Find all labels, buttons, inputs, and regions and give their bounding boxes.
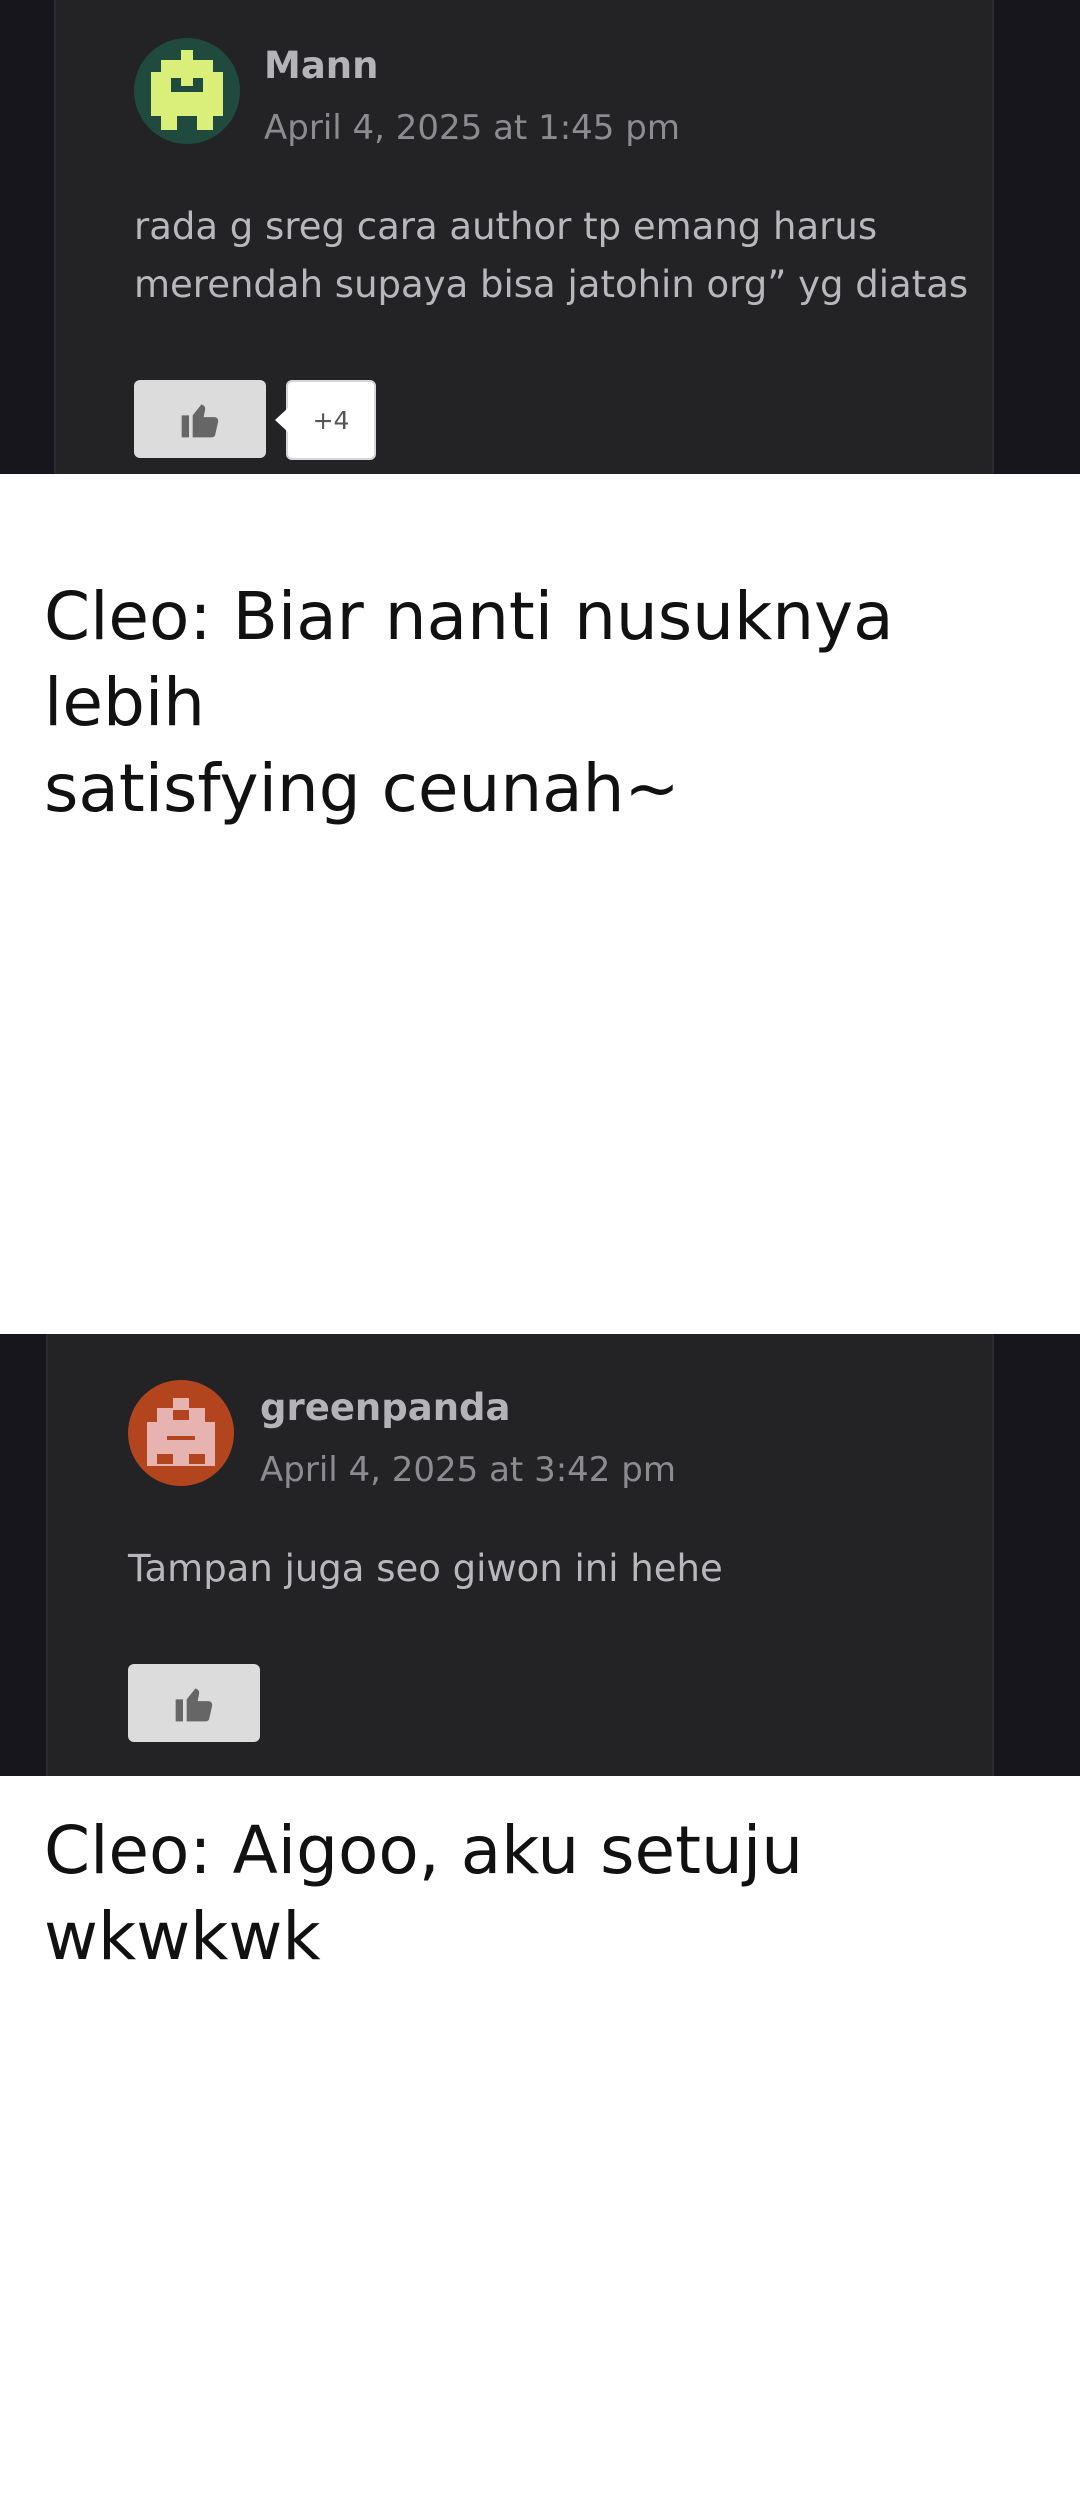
caption-line: Cleo: Aigoo, aku setuju	[44, 1812, 804, 1889]
comment-date[interactable]: April 4, 2025 at 3:42 pm	[260, 1450, 676, 1490]
comment-author[interactable]: greenpanda	[260, 1386, 511, 1429]
caption-line: Cleo: Biar nanti nusuknya lebih	[44, 578, 894, 741]
comment-screenshot-2: greenpanda April 4, 2025 at 3:42 pm Tamp…	[0, 1334, 1080, 1776]
like-count: +4	[275, 380, 376, 460]
comment-author[interactable]: Mann	[264, 44, 378, 87]
thumbs-up-icon	[181, 404, 219, 438]
comment-text-line-1: rada g sreg cara author tp emang harus	[134, 205, 878, 248]
like-button[interactable]	[128, 1664, 260, 1742]
caption-line: wkwkwk	[44, 1898, 321, 1975]
comment-date[interactable]: April 4, 2025 at 1:45 pm	[264, 108, 680, 148]
caption-line: satisfying ceunah~	[44, 750, 680, 827]
caption-1: Cleo: Biar nanti nusuknya lebih satisfyi…	[44, 574, 1044, 832]
comment-text-line-2: merendah supaya bisa jatohin org” yg dia…	[134, 263, 969, 306]
comment-text-line-1: Tampan juga seo giwon ini hehe	[128, 1547, 723, 1590]
avatar	[134, 38, 240, 144]
like-button[interactable]	[134, 380, 266, 458]
comment-screenshot-1: Mann April 4, 2025 at 1:45 pm rada g sre…	[0, 0, 1080, 474]
caption-2: Cleo: Aigoo, aku setuju wkwkwk	[44, 1808, 1044, 1980]
avatar	[128, 1380, 234, 1486]
thumbs-up-icon	[175, 1688, 213, 1722]
